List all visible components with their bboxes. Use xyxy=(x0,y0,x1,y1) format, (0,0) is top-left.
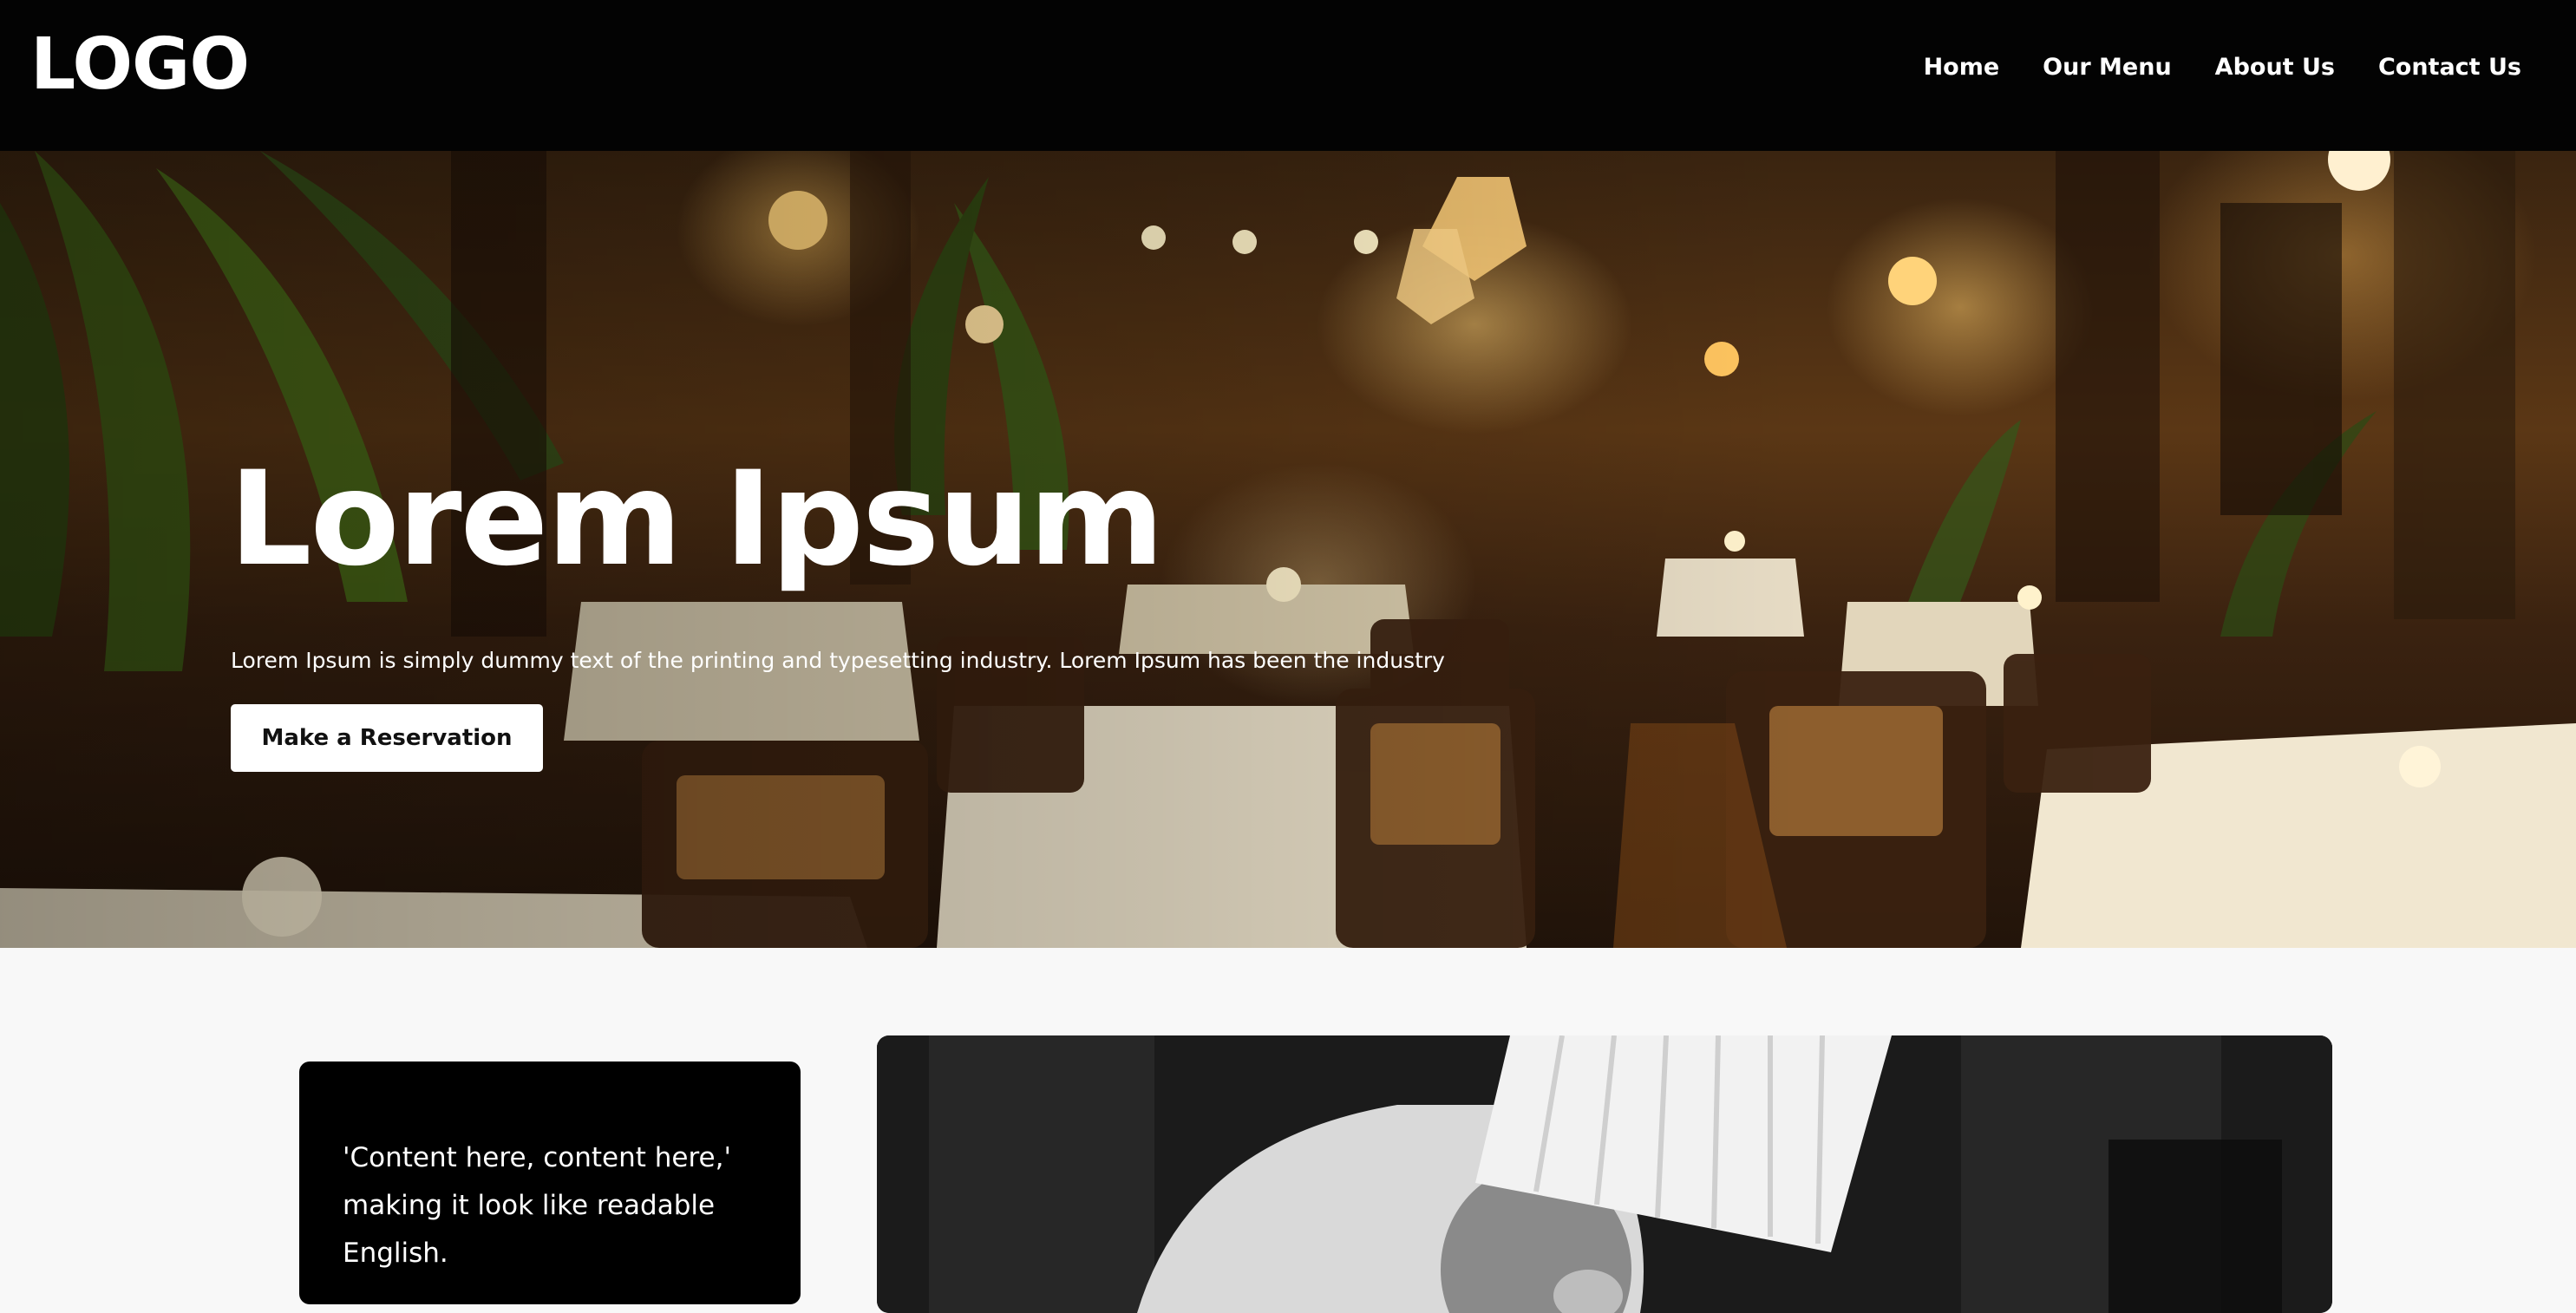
nav-link-our-menu[interactable]: Our Menu xyxy=(2043,50,2172,85)
quote-line: English. xyxy=(343,1238,448,1269)
quote-line: 'Content here, content here,' xyxy=(343,1142,732,1173)
nav-link-about-us[interactable]: About Us xyxy=(2215,50,2335,85)
top-navbar: LOGO Home Our Menu About Us Contact Us xyxy=(0,0,2576,151)
quote-text: 'Content here, content here,' making it … xyxy=(343,1134,757,1277)
main-nav: Home Our Menu About Us Contact Us xyxy=(1924,50,2521,85)
site-logo[interactable]: LOGO xyxy=(30,24,250,106)
hero-subtitle: Lorem Ipsum is simply dummy text of the … xyxy=(231,648,1445,673)
nav-link-contact-us[interactable]: Contact Us xyxy=(2378,50,2521,85)
nav-link-home[interactable]: Home xyxy=(1924,50,2000,85)
chef-photo-illustration xyxy=(877,1035,2332,1313)
hero-title: Lorem Ipsum xyxy=(229,444,1164,595)
quote-card: 'Content here, content here,' making it … xyxy=(299,1062,801,1304)
make-reservation-button[interactable]: Make a Reservation xyxy=(231,704,543,772)
hero-section: Lorem Ipsum Lorem Ipsum is simply dummy … xyxy=(0,151,2576,948)
quote-line: making it look like readable xyxy=(343,1190,716,1221)
chef-image xyxy=(877,1035,2332,1313)
